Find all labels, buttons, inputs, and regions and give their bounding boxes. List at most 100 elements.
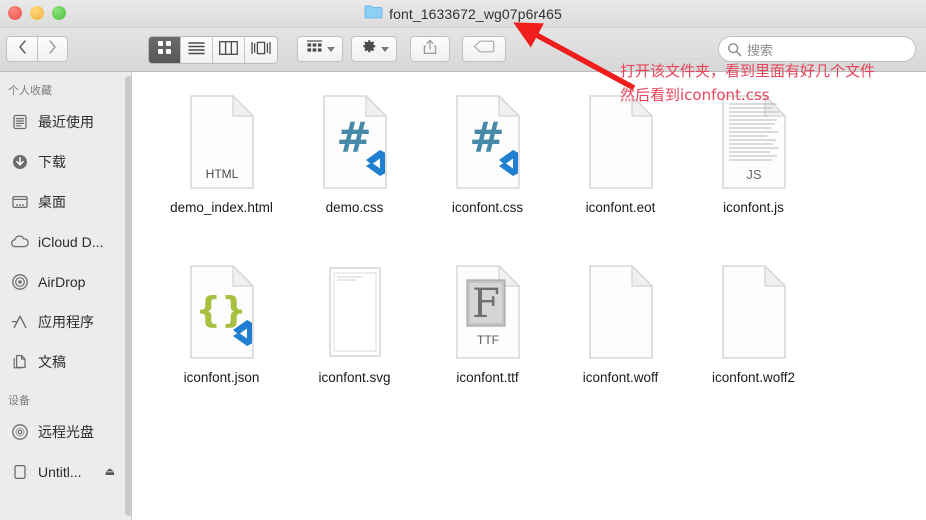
chevron-left-icon [18,39,27,59]
drive-icon [10,462,30,482]
file-name: demo.css [325,200,384,215]
file-item[interactable]: # iconfont.css [421,86,554,256]
view-mode-segmented-control [148,36,278,64]
file-item[interactable]: iconfont.svg [288,256,421,426]
file-item[interactable]: # demo.css [288,86,421,256]
document-json-icon: {} [185,260,259,364]
file-name: iconfont.woff [582,370,659,385]
document-blank-icon [584,90,658,194]
grid-icon [157,40,172,60]
sidebar-item-applications[interactable]: 应用程序 [0,302,131,342]
search-icon [727,42,742,62]
svg-text:JS: JS [746,167,762,182]
sidebar-item-recents[interactable]: 最近使用 [0,102,131,142]
sidebar-scrollbar[interactable] [125,76,132,516]
action-menu-button[interactable] [351,36,397,62]
file-item[interactable]: iconfont.woff2 [687,256,820,426]
chevron-down-icon [326,46,335,52]
sidebar-item-downloads[interactable]: 下载 [0,142,131,182]
forward-button[interactable] [37,36,68,62]
sidebar-item-label: 文稿 [38,354,66,370]
file-item[interactable]: HTML demo_index.html [155,86,288,256]
sidebar-item-label: 应用程序 [38,314,94,330]
file-name: iconfont.js [723,200,784,215]
file-name: iconfont.ttf [456,370,519,385]
share-button[interactable] [410,36,450,62]
file-item[interactable]: F TTF iconfont.ttf [421,256,554,426]
document-blank-icon [584,260,658,364]
applications-icon [10,312,30,332]
svg-text:F: F [472,281,500,327]
arrange-by-button[interactable] [297,36,343,62]
file-name: iconfont.json [183,370,260,385]
sidebar-item-label: iCloud D... [38,234,104,250]
recents-icon [10,112,30,132]
sidebar-item-label: 下载 [38,154,66,170]
file-browser-content[interactable]: HTML demo_index.html # demo.css # iconfo… [133,72,926,520]
list-icon [188,41,205,60]
file-name: iconfont.svg [318,370,391,385]
document-css-icon: # [451,90,525,194]
file-name: iconfont.woff2 [711,370,796,385]
document-ttf-icon: F TTF [451,260,525,364]
file-item[interactable]: {} iconfont.json [155,256,288,426]
sidebar-item-label: AirDrop [38,274,86,290]
minimize-button[interactable] [30,6,44,20]
file-grid: HTML demo_index.html # demo.css # iconfo… [133,72,926,426]
file-name: iconfont.css [451,200,524,215]
title-bar: font_1633672_wg07p6r465 [0,0,926,28]
column-view-button[interactable] [213,37,245,63]
sidebar-item-icloud-drive[interactable]: iCloud D... [0,222,131,262]
sidebar-section-devices-title: 设备 [8,395,30,407]
gear-icon [360,38,377,60]
list-view-button[interactable] [181,37,213,63]
tag-button[interactable] [462,36,506,62]
tag-icon [473,40,495,58]
icloud-icon [10,232,30,252]
downloads-icon [10,152,30,172]
sidebar-item-remote-disc[interactable]: 远程光盘 [0,412,131,452]
svg-text:TTF: TTF [477,333,499,347]
file-item[interactable]: iconfont.eot [554,86,687,256]
search-placeholder: 搜索 [747,42,774,58]
chevron-right-icon [48,39,57,59]
sidebar-item-airdrop[interactable]: AirDrop [0,262,131,302]
sidebar-item-label: 远程光盘 [38,424,94,440]
sidebar-item-untitled-drive[interactable]: Untitl... ⏏ [0,452,131,492]
sidebar[interactable]: 个人收藏 最近使用 下载 桌面 iCloud D... AirDrop 应用程序… [0,72,132,520]
documents-icon [10,352,30,372]
finder-window: font_1633672_wg07p6r465 搜索 个人收藏 最近使用 下载 … [0,0,926,520]
sidebar-section-favorites-title: 个人收藏 [8,85,52,97]
eject-icon[interactable]: ⏏ [105,466,115,478]
sidebar-item-label: 桌面 [38,194,66,210]
gallery-view-button[interactable] [245,37,277,63]
file-item[interactable]: iconfont.woff [554,256,687,426]
file-name: iconfont.eot [585,200,656,215]
airdrop-icon [10,272,30,292]
document-svg-icon [318,260,392,364]
back-button[interactable] [6,36,37,62]
chevron-down-icon [380,46,389,52]
navigation-buttons [6,36,68,62]
window-controls [8,6,66,20]
disc-icon [10,422,30,442]
file-item[interactable]: JS iconfont.js [687,86,820,256]
svg-text:#: # [336,113,371,162]
svg-text:HTML: HTML [205,167,238,181]
search-field[interactable]: 搜索 [718,36,916,62]
file-name: demo_index.html [170,200,273,215]
share-icon [423,39,437,60]
icon-view-button[interactable] [149,37,181,63]
arrange-grid-icon [306,39,323,59]
window-title-group: font_1633672_wg07p6r465 [0,0,926,28]
svg-text:{}: {} [195,290,246,331]
sidebar-item-documents[interactable]: 文稿 [0,342,131,382]
folder-icon [364,4,383,24]
toolbar: 搜索 [0,28,926,72]
close-button[interactable] [8,6,22,20]
sidebar-item-desktop[interactable]: 桌面 [0,182,131,222]
document-css-icon: # [318,90,392,194]
svg-text:#: # [469,113,504,162]
sidebar-item-label: Untitl... [38,464,82,480]
maximize-button[interactable] [52,6,66,20]
